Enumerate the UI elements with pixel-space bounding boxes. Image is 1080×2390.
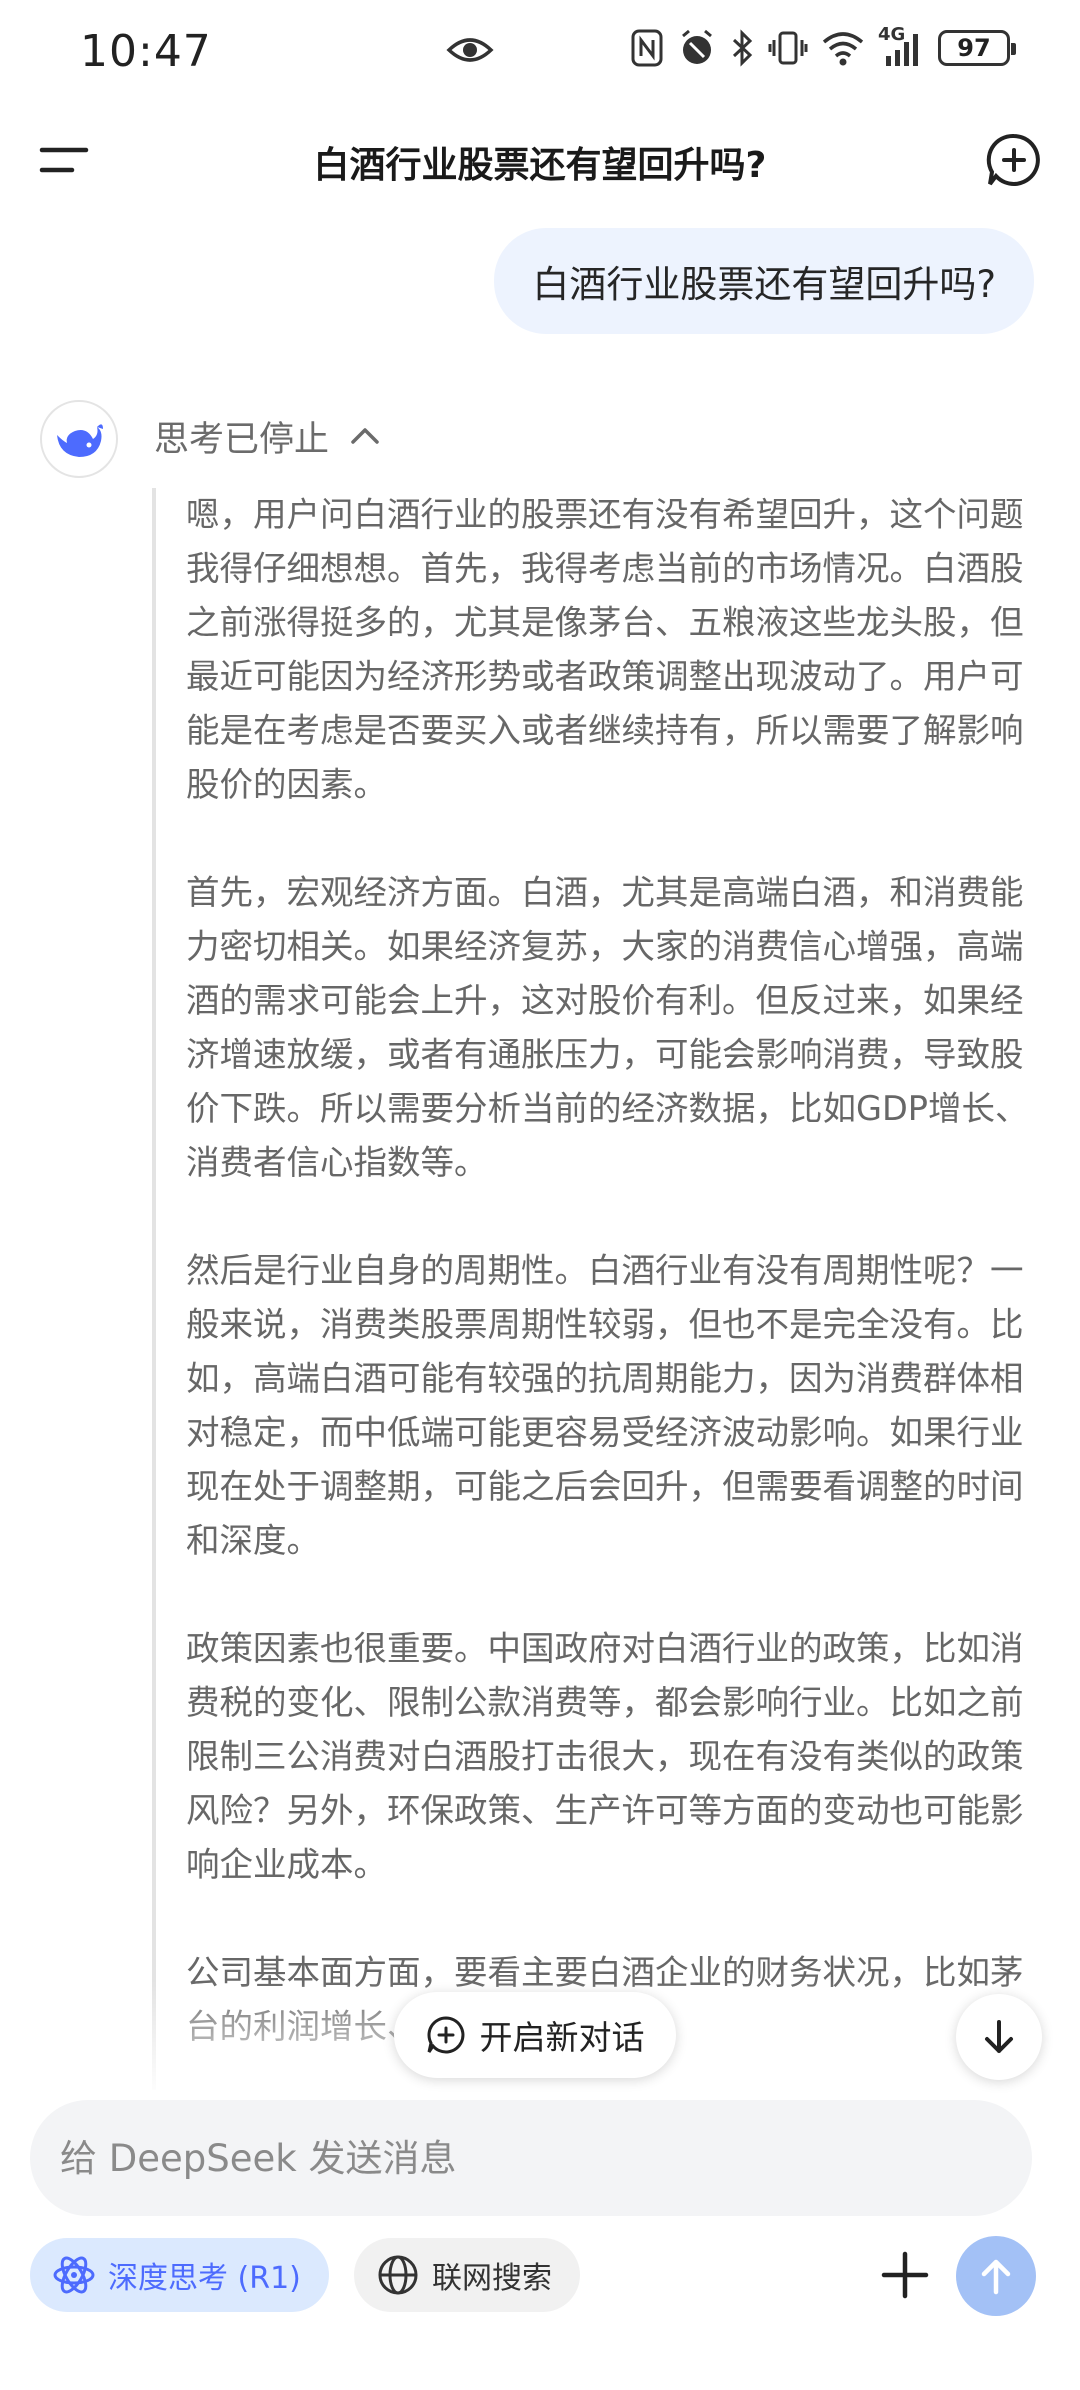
thinking-paragraph: 政策因素也很重要。中国政府对白酒行业的政策，比如消费税的变化、限制公款消费等，都… — [186, 1629, 1024, 1884]
send-button[interactable] — [956, 2236, 1036, 2316]
start-new-conversation-button[interactable]: 开启新对话 — [394, 1992, 676, 2078]
app-header: 白酒行业股票还有望回升吗? — [0, 110, 1080, 210]
chevron-up-icon — [351, 428, 379, 444]
web-search-label: 联网搜索 — [432, 2261, 552, 2296]
vibrate-icon — [768, 28, 808, 68]
new-chat-icon — [986, 133, 1040, 186]
web-search-toggle[interactable]: 联网搜索 — [354, 2238, 580, 2312]
message-composer — [30, 2100, 1032, 2216]
plus-icon — [881, 2251, 929, 2299]
eye-icon — [446, 30, 494, 74]
status-bar: 10:47 4G 97 — [0, 0, 1080, 100]
thinking-content: 嗯，用户问白酒行业的股票还有没有希望回升，这个问题我得仔细想想。首先，我得考虑当… — [152, 488, 1032, 2090]
thinking-toggle[interactable]: 思考已停止 — [154, 408, 381, 464]
start-new-conversation-label: 开启新对话 — [479, 2018, 645, 2057]
thinking-paragraph: 嗯，用户问白酒行业的股票还有没有希望回升，这个问题我得仔细想想。首先，我得考虑当… — [186, 495, 1024, 804]
status-icons: 4G 97 — [630, 26, 1016, 68]
arrow-down-icon — [985, 2020, 1013, 2053]
deepseek-avatar — [40, 400, 118, 478]
page-title: 白酒行业股票还有望回升吗? — [313, 145, 767, 186]
user-message-bubble: 白酒行业股票还有望回升吗? — [494, 228, 1034, 334]
new-chat-icon — [427, 2016, 464, 2054]
cellular-signal-icon: 4G — [878, 26, 924, 68]
alarm-icon — [678, 28, 716, 68]
bluetooth-icon — [730, 28, 754, 68]
chat-screen: 10:47 4G 97 白酒行业股票还有望回升吗? 白酒行业股票还有望回升吗? … — [0, 0, 1080, 2390]
new-chat-button[interactable] — [986, 132, 1042, 188]
battery-level: 97 — [957, 34, 991, 62]
deep-think-label: 深度思考 (R1) — [108, 2261, 301, 2296]
status-time: 10:47 — [80, 26, 212, 77]
thinking-paragraph: 然后是行业自身的周期性。白酒行业有没有周期性呢？一般来说，消费类股票周期性较弱，… — [186, 1251, 1024, 1560]
thinking-paragraph: 首先，宏观经济方面。白酒，尤其是高端白酒，和消费能力密切相关。如果经济复苏，大家… — [186, 873, 1029, 1182]
nfc-icon — [630, 28, 664, 68]
message-input[interactable] — [60, 2136, 1002, 2180]
whale-logo-icon — [57, 424, 103, 457]
wifi-icon — [822, 30, 864, 66]
battery-indicator: 97 — [938, 30, 1016, 66]
atom-icon — [53, 2256, 95, 2294]
deep-think-toggle[interactable]: 深度思考 (R1) — [30, 2238, 329, 2312]
attach-button[interactable] — [870, 2240, 940, 2310]
arrow-up-icon — [981, 2259, 1011, 2295]
scroll-to-bottom-button[interactable] — [956, 1994, 1042, 2080]
thinking-status-label: 思考已停止 — [154, 419, 330, 460]
globe-icon — [378, 2255, 418, 2295]
